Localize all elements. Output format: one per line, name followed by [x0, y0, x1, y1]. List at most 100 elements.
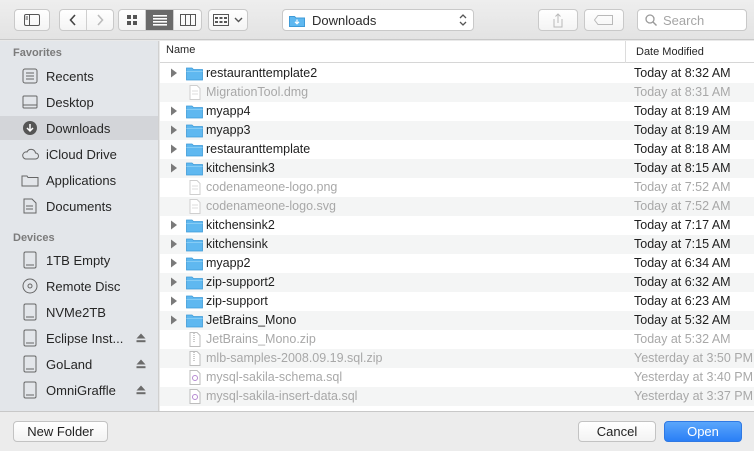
list-view-button[interactable] — [146, 10, 174, 30]
disclosure-triangle-icon[interactable] — [170, 68, 178, 78]
disclosure-triangle-icon[interactable] — [170, 296, 178, 306]
drive-icon — [20, 303, 40, 321]
back-button[interactable] — [60, 10, 87, 30]
file-row[interactable]: codenameone-logo.png Today at 7:52 AM — [160, 178, 754, 197]
file-name: restauranttemplate2 — [206, 66, 318, 80]
sidebar-item-omnigraffle[interactable]: OmniGraffle — [0, 378, 158, 402]
disclosure-triangle-icon[interactable] — [170, 315, 178, 325]
file-name: MigrationTool.dmg — [206, 85, 309, 99]
file-row[interactable]: mysql-sakila-schema.sql Yesterday at 3:40… — [160, 368, 754, 387]
cancel-button[interactable]: Cancel — [578, 421, 656, 442]
sidebar-item-label: Downloads — [46, 120, 111, 136]
file-row[interactable]: myapp2 Today at 6:34 AM — [160, 254, 754, 273]
sidebar-item-label: Recents — [46, 68, 94, 84]
sidebar-item-goland[interactable]: GoLand — [0, 352, 158, 376]
sidebar-item-recents[interactable]: Recents — [0, 64, 158, 88]
file-icon — [189, 85, 201, 100]
sidebar-toggle-button[interactable] — [14, 9, 50, 31]
forward-button[interactable] — [87, 10, 113, 30]
column-view-button[interactable] — [174, 10, 201, 30]
disclosure-triangle-icon[interactable] — [170, 258, 178, 268]
file-row[interactable]: zip-support2 Today at 6:32 AM — [160, 273, 754, 292]
file-name: mysql-sakila-schema.sql — [206, 370, 343, 384]
file-row[interactable]: zip-support Today at 6:23 AM — [160, 292, 754, 311]
file-name: mysql-sakila-insert-data.sql — [206, 389, 358, 403]
file-name: kitchensink3 — [206, 161, 275, 175]
drive-icon — [20, 329, 40, 347]
group-icon — [213, 14, 229, 26]
folder-icon — [186, 219, 203, 233]
location-popup[interactable]: Downloads — [282, 9, 474, 31]
tags-button[interactable] — [584, 9, 624, 31]
file-row[interactable]: restauranttemplate Today at 8:18 AM — [160, 140, 754, 159]
disclosure-triangle-icon[interactable] — [170, 239, 178, 249]
sidebar-item-label: Eclipse Inst... — [46, 330, 124, 346]
file-row[interactable]: mysql-sakila-insert-data.sql Yesterday at… — [160, 387, 754, 406]
file-row[interactable]: kitchensink Today at 7:15 AM — [160, 235, 754, 254]
file-row[interactable]: mlb-samples-2008.09.19.sql.zip Yesterday … — [160, 349, 754, 368]
file-name: codenameone-logo.svg — [206, 199, 336, 213]
disclosure-triangle-icon[interactable] — [170, 163, 178, 173]
file-row[interactable]: myapp3 Today at 8:19 AM — [160, 121, 754, 140]
sidebar-item-icloud[interactable]: iCloud Drive — [0, 142, 158, 166]
sidebar-item-1tb-empty[interactable]: 1TB Empty — [0, 248, 158, 272]
disclosure-triangle-icon[interactable] — [170, 125, 178, 135]
disclosure-triangle-icon[interactable] — [170, 144, 178, 154]
folder-icon — [186, 238, 203, 252]
zip-file-icon — [189, 351, 201, 366]
favorites-header: Favorites — [13, 47, 62, 59]
icon-view-button[interactable] — [119, 10, 146, 30]
file-row[interactable]: restauranttemplate2 Today at 8:32 AM — [160, 64, 754, 83]
file-date-modified: Yesterday at 3:50 PM — [634, 351, 754, 365]
disclosure-triangle-icon[interactable] — [170, 106, 178, 116]
file-icon — [189, 199, 201, 214]
updown-chevron-icon — [459, 14, 467, 26]
search-placeholder: Search — [663, 12, 705, 28]
tag-icon — [594, 15, 613, 25]
disclosure-triangle-icon[interactable] — [170, 220, 178, 230]
eject-icon[interactable] — [136, 333, 146, 343]
eject-icon[interactable] — [136, 359, 146, 369]
share-icon — [553, 12, 563, 27]
eject-icon[interactable] — [136, 385, 146, 395]
file-row[interactable]: codenameone-logo.svg Today at 7:52 AM — [160, 197, 754, 216]
file-name: kitchensink — [206, 237, 268, 251]
file-date-modified: Today at 7:52 AM — [634, 180, 731, 194]
file-row[interactable]: MigrationTool.dmg Today at 8:31 AM — [160, 83, 754, 102]
folder-icon — [186, 67, 203, 81]
open-button[interactable]: Open — [664, 421, 742, 442]
folder-icon — [186, 314, 203, 328]
sidebar-item-documents[interactable]: Documents — [0, 194, 158, 218]
file-name: zip-support2 — [206, 275, 275, 289]
group-by-button[interactable] — [208, 9, 248, 31]
sidebar-item-eclipse-installer[interactable]: Eclipse Inst... — [0, 326, 158, 350]
sidebar-item-desktop[interactable]: Desktop — [0, 90, 158, 114]
file-row[interactable]: myapp4 Today at 8:19 AM — [160, 102, 754, 121]
view-mode-control — [118, 9, 202, 31]
share-button[interactable] — [538, 9, 578, 31]
chevron-left-icon — [69, 14, 76, 26]
column-header-date-modified[interactable]: Date Modified — [625, 41, 754, 63]
sidebar-item-applications[interactable]: Applications — [0, 168, 158, 192]
columns-icon — [179, 14, 196, 26]
grid-icon — [127, 15, 137, 25]
file-row[interactable]: JetBrains_Mono Today at 5:32 AM — [160, 311, 754, 330]
file-row[interactable]: kitchensink3 Today at 8:15 AM — [160, 159, 754, 178]
drive-icon — [20, 251, 40, 269]
dialog-footer: New Folder Cancel Open — [0, 411, 754, 451]
sidebar-item-downloads[interactable]: Downloads — [0, 116, 158, 140]
file-row[interactable]: JetBrains_Mono.zip Today at 5:32 AM — [160, 330, 754, 349]
sidebar-item-remote-disc[interactable]: Remote Disc — [0, 274, 158, 298]
column-header-name[interactable]: Name — [166, 44, 195, 56]
desktop-icon — [20, 93, 40, 111]
new-folder-button[interactable]: New Folder — [13, 421, 108, 442]
disclosure-triangle-icon[interactable] — [170, 277, 178, 287]
sidebar-item-nvme2tb[interactable]: NVMe2TB — [0, 300, 158, 324]
file-date-modified: Today at 8:15 AM — [634, 161, 731, 175]
search-field[interactable]: Search — [637, 9, 747, 31]
file-date-modified: Today at 5:32 AM — [634, 313, 731, 327]
file-row[interactable]: kitchensink2 Today at 7:17 AM — [160, 216, 754, 235]
downloads-icon — [20, 119, 40, 137]
sidebar: Favorites Recents Desktop Downloads iClo… — [0, 41, 159, 411]
folder-icon — [186, 105, 203, 119]
